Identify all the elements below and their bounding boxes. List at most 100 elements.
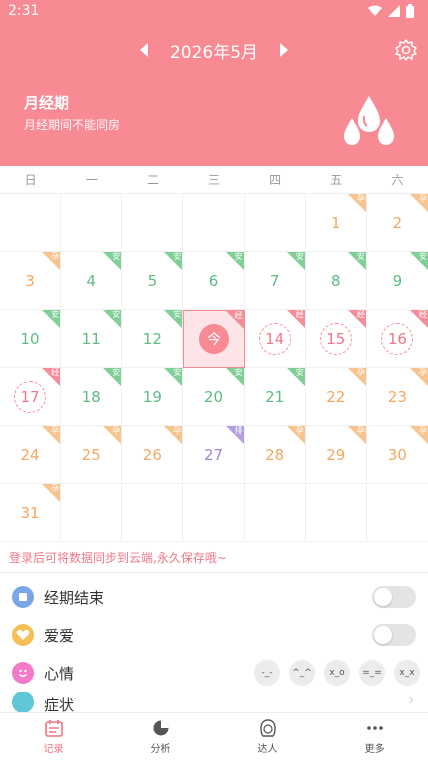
love-label: 爱爱 xyxy=(44,626,75,645)
calendar-day[interactable]: 经 17 xyxy=(0,368,62,426)
today-marker: 今 xyxy=(198,324,229,354)
day-status-tag-label: 安 xyxy=(356,252,365,261)
calendar-day[interactable]: 安 12 xyxy=(122,310,184,368)
calendar-day[interactable]: 安9 xyxy=(366,252,428,310)
smile-icon xyxy=(12,662,34,684)
mood-label: 心情 xyxy=(44,664,75,683)
day-number: 29 xyxy=(326,445,346,464)
calendar-day[interactable]: 孕 22 xyxy=(305,368,367,426)
day-status-tag-label: 安 xyxy=(173,252,182,261)
weekday-header: 日 一 二 三 四 五 六 xyxy=(0,166,428,194)
calendar-day[interactable]: 孕3 xyxy=(0,252,62,310)
login-tip[interactable]: 登录后可将数据同步到云端,永久保存哦~ xyxy=(9,549,227,566)
day-status-tag-label: 孕 xyxy=(51,252,60,261)
day-status-tag-label: 孕 xyxy=(356,426,365,435)
day-number: 4 xyxy=(86,271,96,290)
calendar-day[interactable]: 安 19 xyxy=(122,368,184,426)
tab-expert[interactable]: 达人 xyxy=(214,713,321,760)
calendar-day[interactable]: 安6 xyxy=(183,252,245,310)
calendar-empty-cell xyxy=(366,484,428,542)
tab-more[interactable]: 更多 xyxy=(321,713,428,760)
weekday-label: 三 xyxy=(207,173,220,187)
day-status-tag-label: 安 xyxy=(173,310,182,319)
calendar-day[interactable]: 孕 29 xyxy=(305,426,367,484)
calendar-day[interactable]: 安 10 xyxy=(0,310,62,368)
calendar-day[interactable]: 安4 xyxy=(61,252,123,310)
calendar-empty-cell xyxy=(0,194,62,252)
day-number: 21 xyxy=(265,387,285,406)
calendar-day[interactable]: 孕 31 xyxy=(0,484,62,542)
day-number: 28 xyxy=(265,445,285,464)
day-status-tag-label: 安 xyxy=(418,252,427,261)
calendar-day[interactable]: 安5 xyxy=(122,252,184,310)
day-status-tag-label: 孕 xyxy=(51,426,60,435)
month-label[interactable]: 2026年5月 xyxy=(170,38,258,63)
day-number: 12 xyxy=(142,329,162,348)
day-status-tag-label: 安 xyxy=(112,310,121,319)
calendar-empty-cell xyxy=(61,484,123,542)
next-month-button[interactable] xyxy=(272,38,296,62)
day-status-tag-label: 经 xyxy=(295,310,304,319)
prev-month-button[interactable] xyxy=(132,38,156,62)
calendar-empty-cell xyxy=(122,484,184,542)
symptom-icon xyxy=(12,692,34,712)
day-status-tag-label: 经 xyxy=(51,368,60,377)
symptom-label: 症状 xyxy=(44,696,75,712)
day-number: 3 xyxy=(25,271,35,290)
calendar-day[interactable]: 安8 xyxy=(305,252,367,310)
tab-analysis[interactable]: 分析 xyxy=(107,713,214,760)
day-status-tag-label: 孕 xyxy=(356,194,365,203)
calendar-empty-cell xyxy=(183,194,245,252)
calendar-day[interactable]: 孕 23 xyxy=(366,368,428,426)
pie-chart-icon xyxy=(153,720,168,736)
period-end-label: 经期结束 xyxy=(44,588,105,607)
day-number: 11 xyxy=(81,329,101,348)
love-toggle[interactable] xyxy=(372,624,416,646)
day-status-tag-label: 安 xyxy=(234,252,243,261)
period-end-toggle[interactable] xyxy=(372,586,416,608)
calendar-day[interactable]: 经 15 xyxy=(305,310,367,368)
calendar-day[interactable]: 安 11 xyxy=(61,310,123,368)
period-day-number: 14 xyxy=(258,322,291,355)
day-status-tag-label: 安 xyxy=(295,368,304,377)
day-number: 23 xyxy=(387,387,407,406)
day-number: 9 xyxy=(392,271,403,290)
day-status-tag-label: 孕 xyxy=(173,426,182,435)
calendar-day[interactable]: 孕 30 xyxy=(366,426,428,484)
mood-face-icon[interactable]: x_x xyxy=(394,660,420,686)
mood-face-icon[interactable]: =_= xyxy=(359,660,385,686)
status-bar: 2:31 xyxy=(0,0,428,24)
calendar-day[interactable]: 经 16 xyxy=(366,310,428,368)
calendar-day[interactable]: 孕1 xyxy=(305,194,367,252)
period-day-number: 17 xyxy=(14,380,47,413)
tab-record[interactable]: 记录 xyxy=(0,713,107,760)
calendar-day-today[interactable]: 经今 xyxy=(183,310,245,368)
day-number: 5 xyxy=(147,271,158,290)
calendar-day[interactable]: 排 27 xyxy=(183,426,245,484)
mood-face-icon[interactable]: x_o xyxy=(324,660,350,686)
day-number: 24 xyxy=(20,445,40,464)
calendar-day[interactable]: 安7 xyxy=(244,252,306,310)
blood-drops-icon xyxy=(344,96,394,145)
calendar-empty-cell xyxy=(183,484,245,542)
day-status-tag-label: 安 xyxy=(234,368,243,377)
calendar-day[interactable]: 孕 26 xyxy=(122,426,184,484)
calendar-day[interactable]: 安 21 xyxy=(244,368,306,426)
calendar-day[interactable]: 孕2 xyxy=(366,194,428,252)
weekday-label: 六 xyxy=(391,173,404,187)
day-number: 10 xyxy=(20,329,40,348)
calendar-day[interactable]: 经 14 xyxy=(244,310,306,368)
calendar-day[interactable]: 孕 24 xyxy=(0,426,62,484)
calendar-day[interactable]: 孕 25 xyxy=(61,426,123,484)
mood-face-icon[interactable]: ^_^ xyxy=(289,660,315,686)
calendar-day[interactable]: 安 20 xyxy=(183,368,245,426)
day-status-tag-label: 经 xyxy=(418,310,427,319)
symptom-row[interactable]: 症状 › xyxy=(0,692,428,712)
stop-icon xyxy=(12,586,34,608)
day-number: 19 xyxy=(142,387,162,406)
day-status-tag-label: 孕 xyxy=(418,426,427,435)
settings-button[interactable] xyxy=(394,38,418,62)
mood-face-icon[interactable]: -_- xyxy=(254,660,280,686)
calendar-day[interactable]: 孕 28 xyxy=(244,426,306,484)
calendar-day[interactable]: 安 18 xyxy=(61,368,123,426)
